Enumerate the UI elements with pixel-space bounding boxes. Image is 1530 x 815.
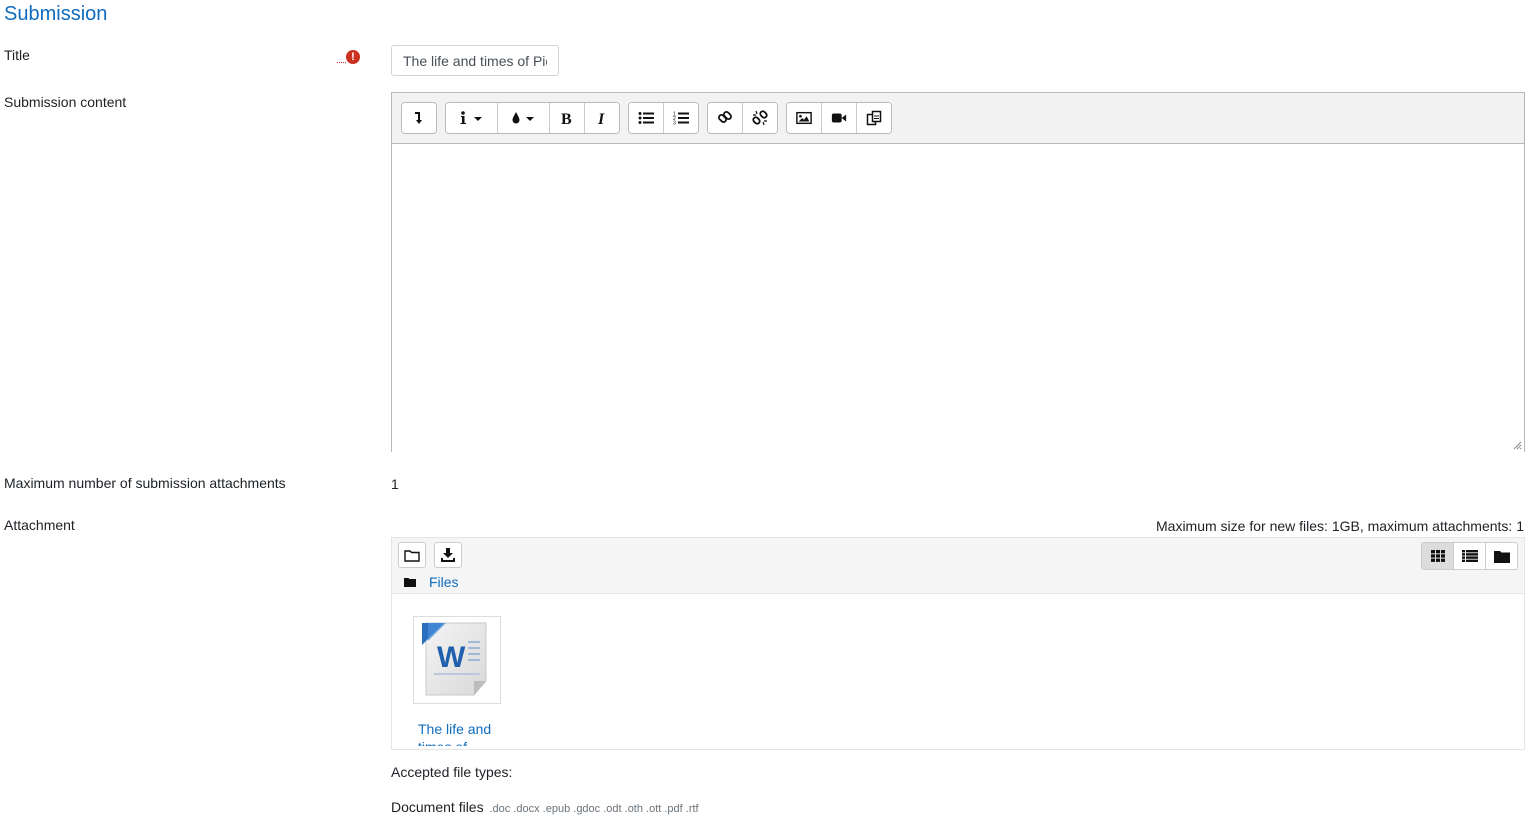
numbered-list-icon: 123 xyxy=(673,112,689,126)
max-attachments-label: Maximum number of submission attachments xyxy=(4,475,286,491)
add-file-button[interactable] xyxy=(398,542,426,568)
document-files-extensions: .doc .docx .epub .gdoc .odt .oth .ott .p… xyxy=(489,803,699,815)
attachment-label: Attachment xyxy=(4,517,75,533)
unlink-button[interactable] xyxy=(743,103,777,133)
text-editor: B I 123 xyxy=(391,92,1525,452)
link-button[interactable] xyxy=(708,103,743,133)
folder-icon xyxy=(1493,550,1510,563)
italic-icon: I xyxy=(597,111,605,125)
file-tile[interactable]: W xyxy=(413,616,501,704)
paragraph-style-button[interactable] xyxy=(446,103,498,133)
resize-handle-icon[interactable] xyxy=(1512,440,1522,450)
link-icon xyxy=(718,111,732,123)
text-color-icon xyxy=(512,112,534,124)
bullet-list-icon xyxy=(638,112,654,124)
folder-icon xyxy=(404,578,416,587)
svg-text:W: W xyxy=(437,641,466,674)
file-name[interactable]: The life and times of xyxy=(418,720,498,746)
folder-open-icon xyxy=(404,549,420,562)
numbered-list-button[interactable]: 123 xyxy=(664,103,698,133)
image-button[interactable] xyxy=(787,103,822,133)
document-files-label: Document files xyxy=(391,799,484,815)
video-button[interactable] xyxy=(822,103,857,133)
submission-content-label: Submission content xyxy=(4,94,127,110)
bold-button[interactable]: B xyxy=(550,103,585,133)
file-manager-toolbar: Files xyxy=(392,538,1524,594)
path-files-link[interactable]: Files xyxy=(429,574,459,590)
section-title: Submission xyxy=(4,3,108,25)
toolbar-group-media xyxy=(786,102,892,134)
required-icon: ! xyxy=(346,50,360,64)
accepted-file-types-heading: Accepted file types: xyxy=(391,764,513,780)
editor-toolbar: B I 123 xyxy=(401,102,892,134)
word-document-icon: W xyxy=(422,622,487,696)
grid-view-button[interactable] xyxy=(1422,543,1454,569)
paragraph-style-icon xyxy=(460,111,482,124)
collapse-button[interactable] xyxy=(402,103,436,133)
toolbar-group-links xyxy=(707,102,778,134)
editor-content-area[interactable] xyxy=(392,143,1524,452)
view-mode-group xyxy=(1421,542,1518,570)
tree-view-button[interactable] xyxy=(1486,543,1517,569)
download-all-button[interactable] xyxy=(434,542,462,568)
list-view-button[interactable] xyxy=(1454,543,1486,569)
svg-text:I: I xyxy=(597,111,605,125)
image-icon xyxy=(796,111,812,125)
title-label: Title xyxy=(4,47,30,63)
title-input[interactable] xyxy=(391,45,559,76)
list-icon xyxy=(1461,550,1478,562)
grid-icon xyxy=(1430,550,1445,562)
svg-text:B: B xyxy=(561,111,572,125)
toolbar-group-style: B I xyxy=(445,102,620,134)
max-size-text: Maximum size for new files: 1GB, maximum… xyxy=(1156,518,1524,534)
max-attachments-value: 1 xyxy=(391,476,399,492)
manage-files-button[interactable] xyxy=(857,103,891,133)
bullet-list-button[interactable] xyxy=(629,103,664,133)
collapse-icon xyxy=(415,112,422,124)
svg-text:3: 3 xyxy=(673,121,676,126)
document-files-line: Document files .doc .docx .epub .gdoc .o… xyxy=(391,799,699,815)
manage-files-icon xyxy=(866,110,882,126)
text-color-button[interactable] xyxy=(498,103,550,133)
required-indicator-line xyxy=(337,62,346,63)
download-icon xyxy=(441,547,455,562)
bold-icon: B xyxy=(561,111,572,125)
toolbar-group-collapse xyxy=(401,102,437,134)
toolbar-group-lists: 123 xyxy=(628,102,699,134)
italic-button[interactable]: I xyxy=(585,103,619,133)
file-manager: Files W The life and times of xyxy=(391,537,1525,750)
unlink-icon xyxy=(752,110,768,126)
video-icon xyxy=(831,113,847,123)
